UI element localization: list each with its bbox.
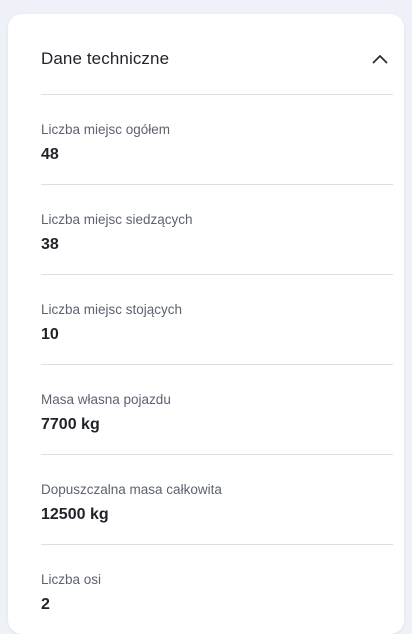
spec-row-total-seats: Liczba miejsc ogółem 48 (41, 94, 393, 184)
spec-value: 48 (41, 146, 59, 163)
spec-value: 10 (41, 326, 59, 343)
spec-value: 2 (41, 596, 50, 613)
spec-row-axles: Liczba osi 2 (41, 544, 393, 634)
spec-row-seated-places: Liczba miejsc siedzących 38 (41, 184, 393, 274)
spec-label: Liczba osi (41, 572, 102, 587)
spec-row-curb-weight: Masa własna pojazdu 7700 kg (41, 364, 393, 454)
spec-label: Dopuszczalna masa całkowita (41, 482, 222, 497)
spec-label: Liczba miejsc siedzących (41, 212, 193, 227)
section-title: Dane techniczne (41, 49, 170, 68)
spec-value: 7700 kg (41, 416, 100, 433)
spec-row-standing-places: Liczba miejsc stojących 10 (41, 274, 393, 364)
spec-label: Liczba miejsc stojących (41, 302, 183, 317)
chevron-up-icon[interactable] (370, 49, 390, 69)
spec-list: Liczba miejsc ogółem 48 Liczba miejsc si… (41, 94, 393, 634)
spec-label: Liczba miejsc ogółem (41, 122, 171, 137)
technical-data-header[interactable]: Dane techniczne (41, 37, 394, 81)
spec-row-gross-weight: Dopuszczalna masa całkowita 12500 kg (41, 454, 393, 544)
spec-label: Masa własna pojazdu (41, 392, 171, 407)
spec-value: 38 (41, 236, 59, 253)
spec-value: 12500 kg (41, 506, 109, 523)
technical-data-card: Dane techniczne Liczba miejsc ogółem 48 … (8, 14, 404, 634)
